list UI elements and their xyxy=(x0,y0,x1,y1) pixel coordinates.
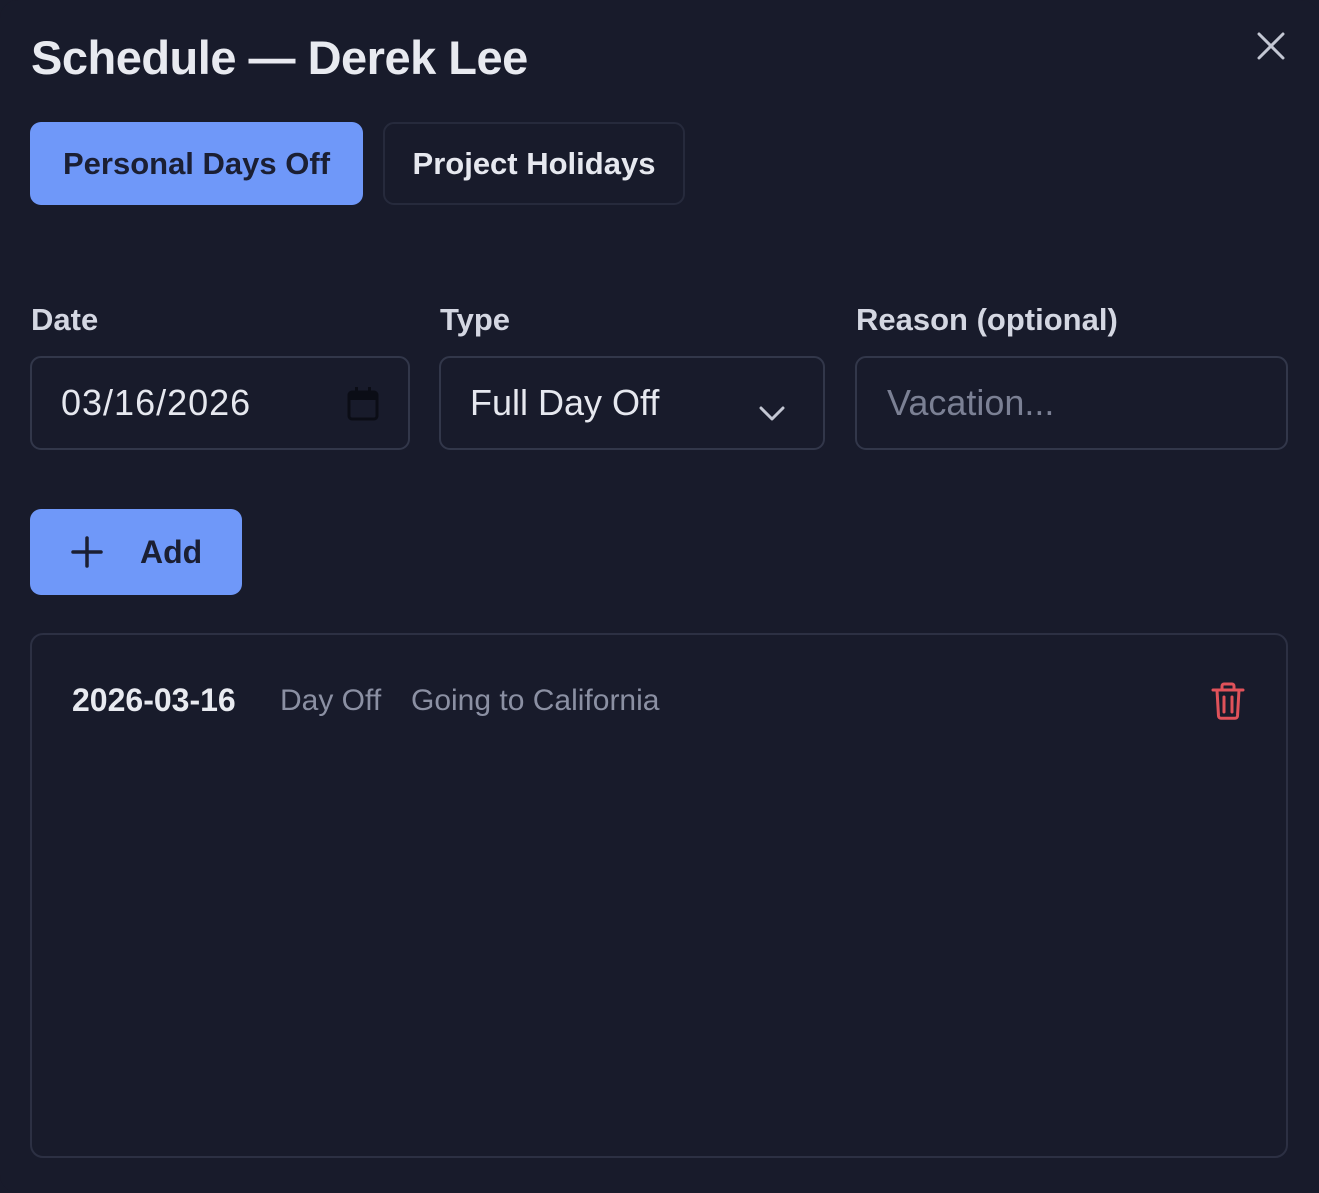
entry-date: 2026-03-16 xyxy=(72,682,236,718)
date-label: Date xyxy=(31,302,99,337)
entry-type: Day Off xyxy=(280,684,382,717)
close-button[interactable] xyxy=(1252,27,1290,65)
reason-input[interactable] xyxy=(857,358,1286,448)
add-button-label: Add xyxy=(140,534,203,570)
calendar-icon[interactable] xyxy=(346,386,380,422)
dialog-title: Schedule — Derek Lee xyxy=(31,31,528,84)
tab-project-holidays[interactable]: Project Holidays xyxy=(383,122,685,205)
type-label: Type xyxy=(440,302,511,337)
reason-label: Reason (optional) xyxy=(856,302,1118,337)
chevron-down-icon xyxy=(757,392,787,421)
list-item: 2026-03-16 Day Off Going to California xyxy=(32,635,1286,765)
date-value: 03/16/2026 xyxy=(61,382,252,423)
schedule-dialog: Schedule — Derek Lee Personal Days Off P… xyxy=(0,0,1319,1193)
reason-field xyxy=(855,356,1288,450)
trash-icon[interactable] xyxy=(1210,681,1246,721)
tab-personal-days-off[interactable]: Personal Days Off xyxy=(30,122,363,205)
type-select[interactable]: Full Day Off xyxy=(439,356,825,450)
tab-bar: Personal Days Off Project Holidays xyxy=(30,122,685,205)
type-selected-value: Full Day Off xyxy=(470,382,660,423)
plus-icon xyxy=(71,536,103,568)
add-button[interactable]: Add xyxy=(30,509,242,595)
days-off-list: 2026-03-16 Day Off Going to California xyxy=(30,633,1288,1158)
date-input[interactable]: 03/16/2026 xyxy=(30,356,410,450)
close-icon xyxy=(1257,32,1285,60)
entry-reason: Going to California xyxy=(411,684,660,717)
